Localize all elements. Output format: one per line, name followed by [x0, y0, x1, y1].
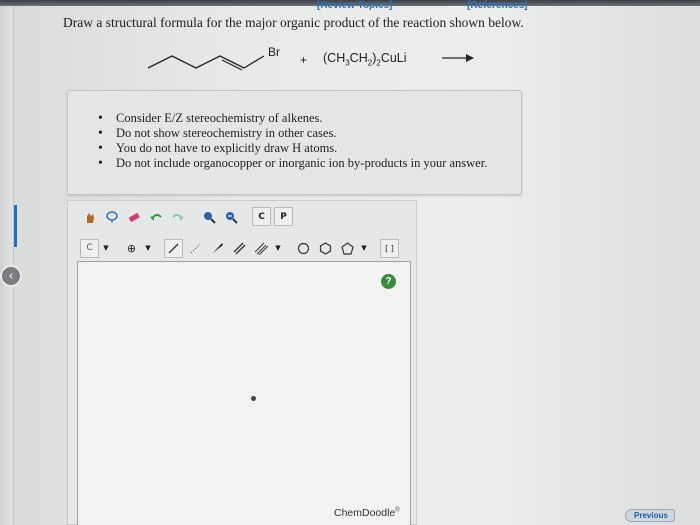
ring-icon[interactable] — [294, 239, 313, 258]
hexagon-ring-icon[interactable] — [316, 239, 335, 258]
review-topics-link[interactable]: [Review Topics] — [317, 0, 392, 11]
plus-sign: + — [300, 53, 308, 67]
zoom-out-icon[interactable] — [221, 207, 240, 226]
chemdoodle-editor: C P C ▼ ⊕ ▼ ▼ ▼ [ ] ? ChemDoodle® — [67, 200, 417, 525]
canvas-dot — [251, 396, 256, 401]
hint-box: Consider E/Z stereochemistry of alkenes.… — [67, 90, 522, 195]
editor-toolbar-top: C P — [80, 207, 293, 229]
undo-icon[interactable] — [146, 207, 165, 226]
reagent-part: CuLi — [380, 51, 407, 65]
lasso-icon[interactable] — [102, 207, 121, 226]
reagent-part: (CH — [323, 51, 346, 65]
reagent-part: CH — [349, 51, 368, 65]
brand-mark: ® — [395, 507, 400, 514]
question-text: Draw a structural formula for the major … — [63, 15, 524, 30]
hint-item: Consider E/Z stereochemistry of alkenes. — [94, 111, 487, 126]
zoom-in-icon[interactable] — [199, 207, 218, 226]
help-icon[interactable]: ? — [381, 274, 396, 289]
template-icon[interactable]: P — [274, 207, 293, 226]
back-arrow-icon[interactable]: ‹ — [0, 265, 22, 287]
chevron-down-icon[interactable]: ▼ — [274, 239, 282, 258]
references-link[interactable]: [References] — [467, 0, 528, 11]
pentagon-ring-icon[interactable] — [338, 239, 357, 258]
hint-list: Consider E/Z stereochemistry of alkenes.… — [94, 111, 487, 171]
previous-button[interactable]: Previous — [625, 509, 675, 522]
dashed-bond-icon[interactable] — [186, 239, 205, 258]
triple-bond-icon[interactable] — [252, 239, 271, 258]
hint-item: You do not have to explicitly draw H ato… — [94, 141, 487, 156]
reaction-arrow-icon — [442, 54, 474, 62]
bromine-label: Br — [268, 45, 280, 59]
focus-indicator — [14, 205, 17, 247]
hint-item: Do not show stereochemistry in other cas… — [94, 126, 487, 141]
charge-icon[interactable]: ⊕ — [122, 239, 141, 258]
chemdoodle-brand: ChemDoodle® — [334, 507, 400, 519]
chevron-down-icon[interactable]: ▼ — [144, 239, 152, 258]
bracket-icon[interactable]: [ ] — [380, 238, 399, 258]
atom-selector[interactable]: C — [80, 238, 99, 258]
redo-icon[interactable] — [168, 207, 187, 226]
reagent-formula: (CH3CH2)2CuLi — [323, 51, 407, 68]
single-bond-icon[interactable] — [164, 238, 183, 258]
hand-icon[interactable] — [80, 207, 99, 226]
brand-text: ChemDoodle — [334, 507, 396, 519]
clean-icon[interactable]: C — [252, 207, 271, 226]
editor-toolbar-bottom: C ▼ ⊕ ▼ ▼ ▼ [ ] — [80, 237, 399, 259]
double-bond-icon[interactable] — [230, 239, 249, 258]
hint-item: Do not include organocopper or inorganic… — [94, 156, 487, 171]
drawing-canvas[interactable]: ? — [77, 261, 411, 525]
eraser-icon[interactable] — [124, 207, 143, 226]
wedge-bond-icon[interactable] — [208, 239, 227, 258]
chevron-down-icon[interactable]: ▼ — [360, 239, 368, 258]
chevron-down-icon[interactable]: ▼ — [102, 239, 110, 258]
